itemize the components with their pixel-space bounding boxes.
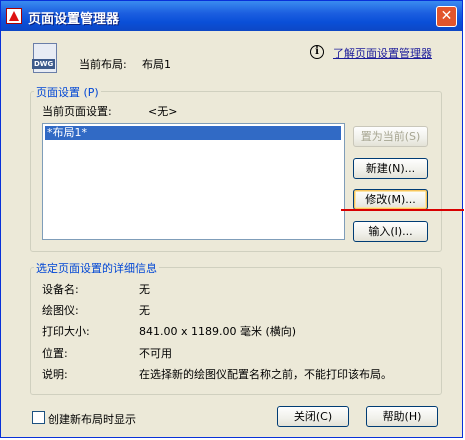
list-item[interactable]: *布局1*	[45, 126, 341, 140]
location-label: 位置:	[42, 347, 68, 360]
plot-size-label: 打印大小:	[42, 325, 90, 338]
plotter-label: 绘图仪:	[42, 304, 79, 317]
autocad-app-icon	[6, 8, 22, 24]
new-button[interactable]: 新建(N)...	[353, 158, 428, 179]
set-current-button[interactable]: 置为当前(S)	[353, 126, 428, 147]
location-value: 不可用	[139, 347, 172, 360]
close-button[interactable]: 关闭(C)	[277, 406, 349, 427]
window-title: 页面设置管理器	[28, 12, 120, 27]
description-label: 说明:	[42, 368, 68, 381]
current-layout-value: 布局1	[142, 58, 171, 71]
page-setup-manager-dialog: 页面设置管理器 ✕ DWG 当前布局: 布局1 i 了解页面设置管理器 页面设置…	[0, 0, 464, 438]
plotter-value: 无	[139, 304, 150, 317]
import-button[interactable]: 输入(I)...	[353, 221, 428, 242]
dwg-tag: DWG	[32, 59, 56, 69]
page-setup-list[interactable]: *布局1*	[42, 123, 345, 240]
current-page-setup-value: <无>	[148, 105, 178, 118]
current-layout-label: 当前布局:	[79, 58, 127, 71]
close-icon[interactable]: ✕	[436, 6, 457, 27]
learn-page-setup-manager-link[interactable]: 了解页面设置管理器	[333, 45, 432, 61]
device-name-label: 设备名:	[42, 283, 79, 296]
page-setup-group-title: 页面设置 (P)	[34, 84, 101, 100]
current-page-setup-label: 当前页面设置:	[42, 105, 112, 118]
modify-button[interactable]: 修改(M)...	[353, 189, 428, 210]
dwg-file-icon: DWG	[32, 43, 57, 73]
show-on-new-layout-label[interactable]: 创建新布局时显示	[48, 411, 136, 427]
description-value: 在选择新的绘图仪配置名称之前，不能打印该布局。	[139, 368, 392, 381]
device-name-value: 无	[139, 283, 150, 296]
help-button[interactable]: 帮助(H)	[366, 406, 438, 427]
show-on-new-layout-checkbox[interactable]	[32, 411, 45, 424]
annotation-red-line	[341, 209, 464, 211]
details-group-title: 选定页面设置的详细信息	[34, 260, 159, 276]
plot-size-value: 841.00 x 1189.00 毫米 (横向)	[139, 325, 297, 338]
info-icon: i	[310, 45, 324, 59]
title-bar[interactable]: 页面设置管理器 ✕	[1, 1, 462, 31]
